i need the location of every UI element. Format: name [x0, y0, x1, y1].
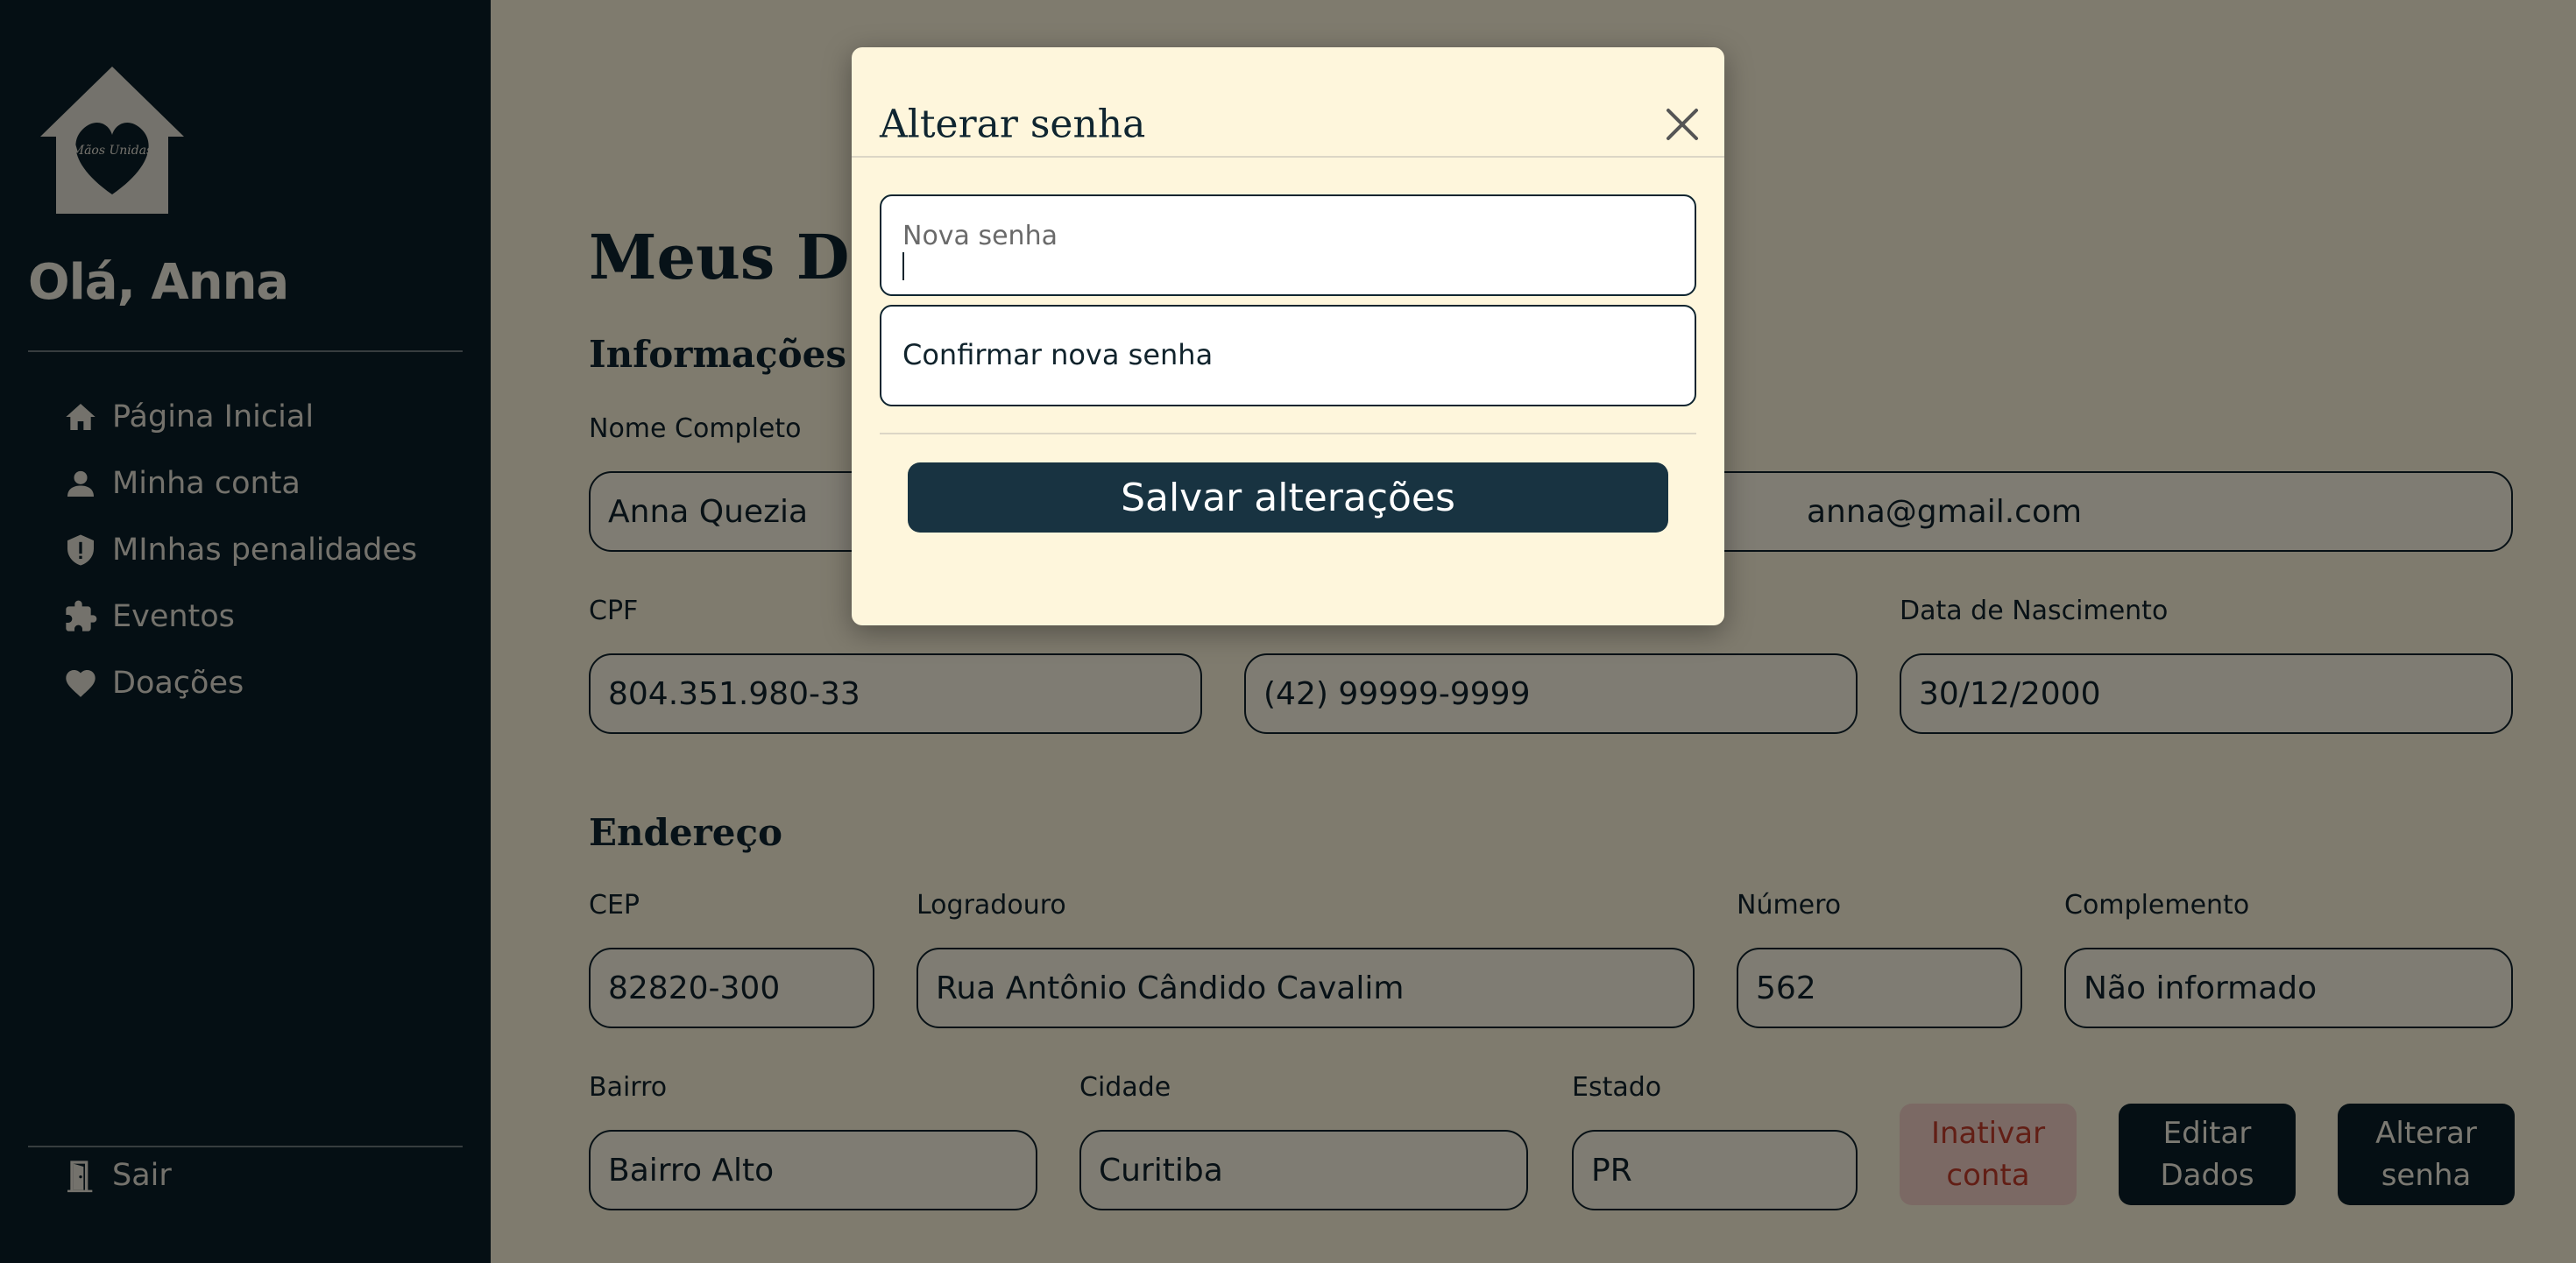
new-password-field[interactable]: Nova senha [880, 194, 1696, 296]
text-cursor [902, 252, 904, 280]
change-password-modal: Alterar senha Nova senha Confirmar nova … [852, 47, 1724, 625]
new-password-label: Nova senha [902, 221, 1058, 251]
confirm-password-label: Confirmar nova senha [902, 338, 1214, 371]
confirm-password-field[interactable]: Confirmar nova senha [880, 305, 1696, 406]
close-icon[interactable] [1660, 102, 1705, 147]
modal-divider [880, 433, 1696, 434]
modal-divider [852, 156, 1724, 158]
save-changes-button[interactable]: Salvar alterações [908, 462, 1668, 533]
modal-title: Alterar senha [880, 102, 1146, 147]
